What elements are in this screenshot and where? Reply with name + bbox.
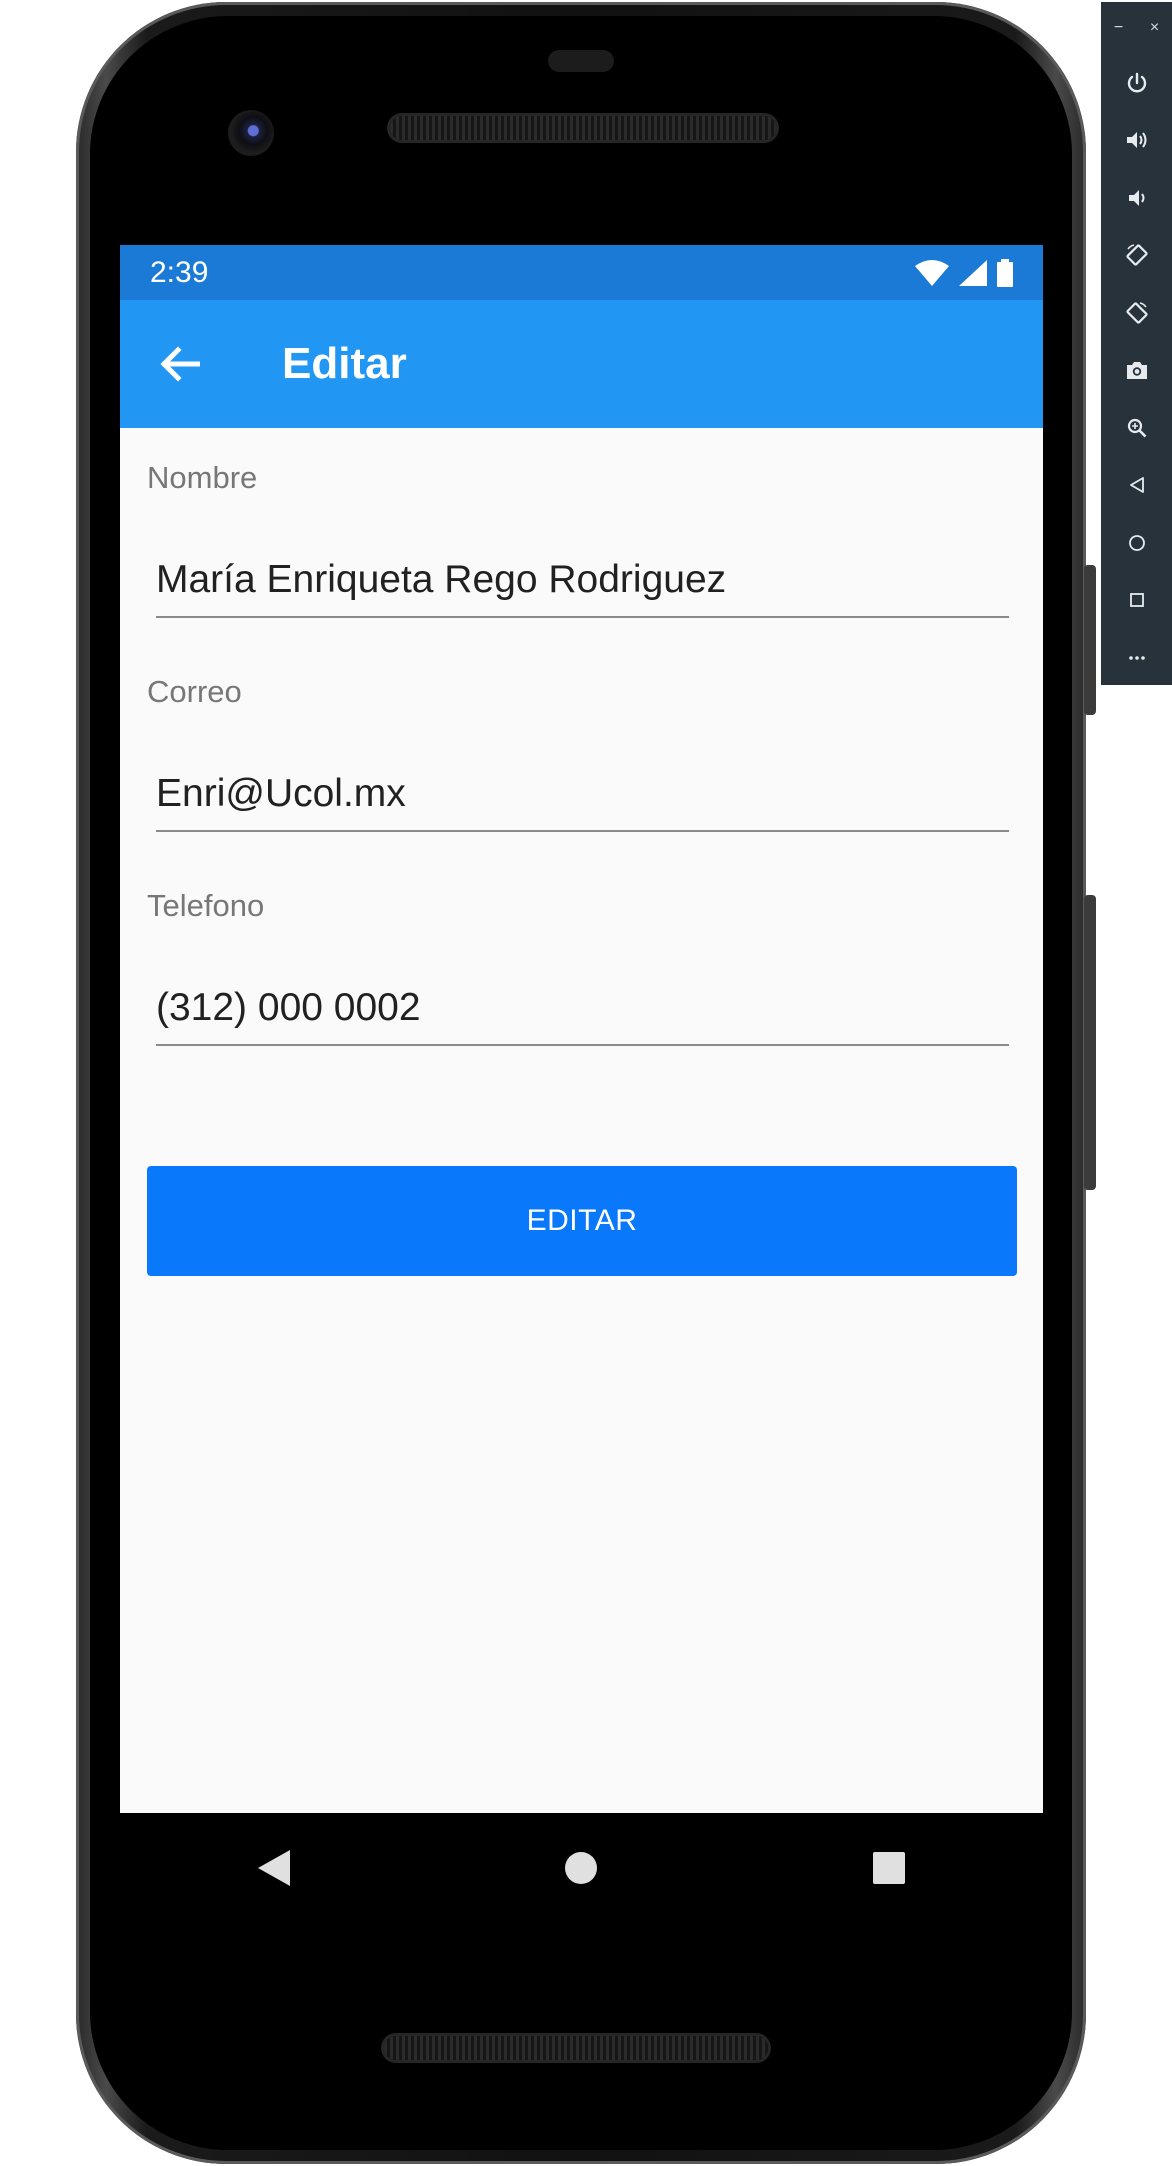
home-icon <box>1128 534 1145 551</box>
minimize-button[interactable]: − <box>1110 19 1128 37</box>
power-icon <box>1127 72 1146 93</box>
earpiece-speaker <box>390 116 776 140</box>
emu-home-button[interactable] <box>1101 514 1172 572</box>
emu-rotate-right-button[interactable] <box>1101 284 1172 342</box>
status-time: 2:39 <box>150 255 209 289</box>
telefono-label: Telefono <box>147 888 265 923</box>
nav-home-button[interactable] <box>551 1838 611 1898</box>
app-bar: Editar <box>120 300 1043 428</box>
field-telefono: Telefono <box>147 884 1016 1046</box>
volume-down-icon <box>1128 189 1144 206</box>
emu-overview-button[interactable] <box>1101 572 1172 630</box>
hardware-volume-button <box>1084 895 1096 1190</box>
correo-input[interactable] <box>156 766 1009 832</box>
camera-icon <box>1126 362 1147 380</box>
nav-recents-button[interactable] <box>859 1838 919 1898</box>
status-icons <box>915 258 1013 287</box>
bottom-speaker <box>384 2036 768 2060</box>
rotate-right-icon <box>1125 301 1148 324</box>
battery-icon <box>997 258 1013 287</box>
arrow-left-icon <box>160 346 200 382</box>
nombre-input[interactable] <box>156 552 1009 618</box>
emu-volume-down-button[interactable] <box>1101 169 1172 227</box>
status-bar: 2:39 <box>120 245 1043 300</box>
emulator-window-controls: − × <box>1101 2 1172 54</box>
home-circle-icon <box>565 1852 598 1884</box>
emu-zoom-button[interactable] <box>1101 399 1172 457</box>
nombre-label: Nombre <box>147 460 258 495</box>
hardware-power-button <box>1084 565 1096 715</box>
field-nombre: Nombre <box>147 456 1016 618</box>
emu-volume-up-button[interactable] <box>1101 112 1172 170</box>
emu-screenshot-button[interactable] <box>1101 342 1172 400</box>
back-button[interactable] <box>120 300 240 428</box>
wifi-icon <box>915 259 949 286</box>
emu-power-button[interactable] <box>1101 54 1172 112</box>
back-triangle-icon <box>257 1850 290 1886</box>
edit-form: Nombre Correo Telefono EDITAR <box>120 428 1043 1276</box>
emu-back-button[interactable] <box>1101 457 1172 515</box>
front-camera-icon <box>228 110 274 156</box>
telefono-input[interactable] <box>156 980 1009 1046</box>
emu-rotate-left-button[interactable] <box>1101 227 1172 285</box>
nav-back-button[interactable] <box>244 1838 304 1898</box>
volume-up-icon <box>1126 132 1146 149</box>
emu-more-button[interactable] <box>1101 629 1172 687</box>
recents-square-icon <box>873 1852 906 1884</box>
emulator-toolbar: − × <box>1101 2 1172 685</box>
more-icon <box>1128 655 1145 660</box>
rotate-left-icon <box>1125 244 1148 266</box>
back-icon <box>1129 477 1144 494</box>
overview-icon <box>1129 593 1144 608</box>
close-button[interactable]: × <box>1146 19 1164 37</box>
zoom-icon <box>1127 418 1146 438</box>
field-correo: Correo <box>147 670 1016 832</box>
proximity-sensor <box>548 50 614 72</box>
page-title: Editar <box>282 339 407 388</box>
system-nav-bar <box>120 1813 1043 1923</box>
correo-label: Correo <box>147 674 242 709</box>
cell-signal-icon <box>959 259 987 286</box>
editar-button[interactable]: EDITAR <box>147 1166 1017 1276</box>
app-screen: 2:39 Editar Nombre Correo <box>120 245 1043 1813</box>
